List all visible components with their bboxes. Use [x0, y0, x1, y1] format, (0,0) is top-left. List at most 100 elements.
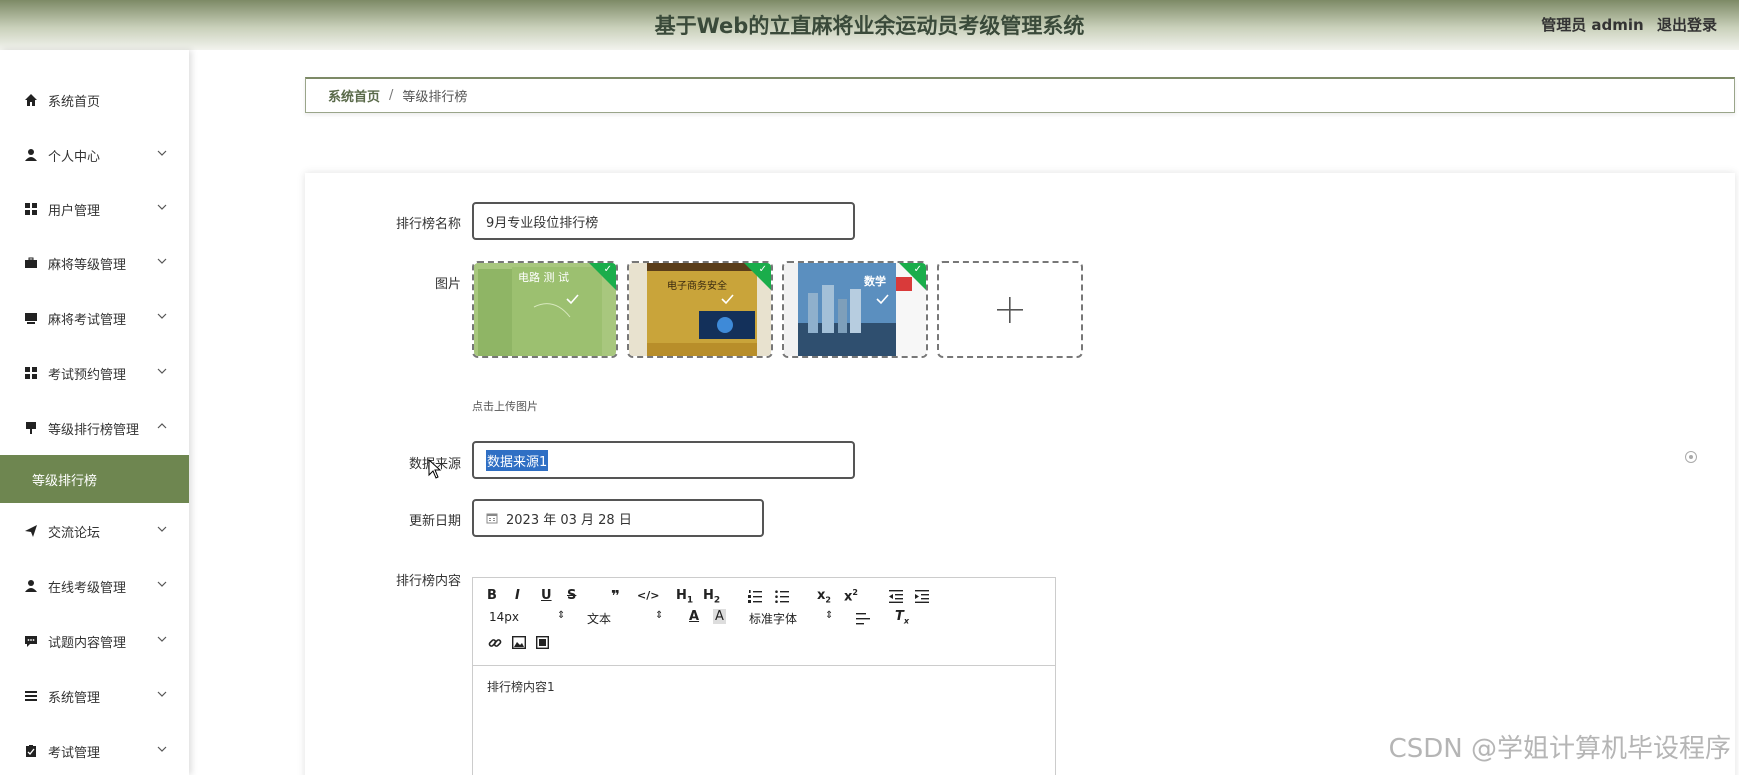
content-label: 排行榜内容 — [395, 574, 461, 589]
mouse-cursor-icon — [428, 459, 442, 479]
app-title: 基于Web的立直麻将业余运动员考级管理系统 — [654, 14, 1085, 38]
image-icon[interactable] — [512, 636, 526, 649]
svg-text:电路 测 试: 电路 测 试 — [518, 271, 569, 284]
chevron-down-icon — [157, 150, 167, 156]
subscript-button[interactable]: x2 — [817, 588, 831, 605]
breadcrumb: 系统首页 / 等级排行榜 — [305, 77, 1735, 113]
chevron-down-icon — [157, 313, 167, 319]
grid-icon — [24, 366, 38, 380]
list-icon — [24, 689, 38, 703]
form-panel: 排行榜名称 9月专业段位排行榜 图片 电路 测 试 ✓ 电子商务安全 ✓ 数学 … — [305, 173, 1735, 775]
svg-text:数学: 数学 — [864, 274, 886, 288]
video-icon[interactable] — [536, 636, 549, 649]
sidebar-item-home[interactable]: 系统首页 — [0, 77, 189, 123]
send-icon — [24, 524, 38, 538]
block-type-select[interactable]: 文本 — [587, 610, 611, 627]
sidebar-item-questions[interactable]: 试题内容管理 — [0, 618, 189, 664]
sidebar-item-label: 用户管理 — [48, 203, 101, 219]
uploaded-image-1[interactable]: 电路 测 试 ✓ — [472, 261, 618, 358]
admin-label: 管理员 admin — [1541, 16, 1644, 34]
sidebar-item-label: 在线考级管理 — [48, 580, 127, 596]
uploaded-image-3[interactable]: 数学 ✓ — [782, 261, 928, 358]
breadcrumb-separator: / — [389, 88, 394, 103]
font-color-button[interactable]: A — [689, 609, 699, 624]
indent-icon[interactable] — [915, 590, 929, 603]
sidebar-item-ranking[interactable]: 等级排行榜管理 — [0, 405, 189, 451]
sidebar-item-personal[interactable]: 个人中心 — [0, 132, 189, 178]
book-cover-math-image: 数学 — [784, 263, 926, 356]
sidebar-item-booking[interactable]: 考试预约管理 — [0, 350, 189, 396]
tray-icon — [24, 311, 38, 325]
h1-button[interactable]: H1 — [676, 588, 693, 606]
sidebar-item-forum[interactable]: 交流论坛 — [0, 508, 189, 554]
align-left-icon[interactable] — [856, 613, 870, 625]
sidebar: 系统首页 个人中心 用户管理 麻将等级管理 麻将考试管理 考试预约管理 等级排行… — [0, 50, 189, 775]
breadcrumb-home[interactable]: 系统首页 — [328, 86, 380, 105]
sidebar-item-online-exam[interactable]: 在线考级管理 — [0, 563, 189, 609]
briefcase-icon — [24, 256, 38, 270]
outdent-icon[interactable] — [889, 590, 903, 603]
upload-add-button[interactable] — [937, 261, 1083, 358]
ordered-list-icon[interactable] — [748, 590, 762, 603]
check-icon: ✓ — [758, 264, 767, 275]
ranking-name-value: 9月专业段位排行榜 — [486, 215, 599, 231]
sidebar-item-label: 麻将考试管理 — [48, 312, 127, 328]
clear-format-button[interactable]: Tx — [895, 609, 909, 626]
sidebar-item-label: 交流论坛 — [48, 525, 101, 541]
sidebar-item-users[interactable]: 用户管理 — [0, 186, 189, 232]
grid-icon — [24, 202, 38, 216]
ranking-name-input[interactable]: 9月专业段位排行榜 — [472, 202, 855, 240]
font-size-select[interactable]: 14px — [489, 610, 519, 624]
check-icon: ✓ — [913, 264, 922, 275]
bullet-list-icon[interactable] — [775, 590, 789, 603]
update-date-picker[interactable]: 2023 年 03 月 28 日 — [472, 499, 764, 537]
svg-text:电子商务安全: 电子商务安全 — [667, 279, 727, 292]
bold-button[interactable]: B — [487, 588, 497, 603]
select-updown-icon: ⇕ — [557, 610, 566, 621]
quote-icon[interactable]: ❞ — [611, 587, 620, 605]
h2-button[interactable]: H2 — [703, 588, 720, 606]
book-cover-ecommerce-image: 电子商务安全 — [629, 263, 771, 356]
update-date-value: 2023 年 03 月 28 日 — [506, 512, 632, 528]
sidebar-item-exam-mgmt[interactable]: 考试管理 — [0, 728, 189, 774]
chevron-down-icon — [157, 581, 167, 587]
logout-link[interactable]: 退出登录 — [1657, 16, 1717, 34]
background-color-button[interactable]: A — [713, 609, 726, 624]
rich-text-editor: B I U S ❞ </> H1 H2 x2 x2 14px ⇕ 文本 ⇕ A … — [472, 577, 1056, 775]
editor-content[interactable]: 排行榜内容1 — [487, 678, 555, 695]
sidebar-item-label: 个人中心 — [48, 149, 101, 165]
sidebar-item-label: 系统首页 — [48, 94, 101, 110]
chat-icon — [24, 634, 38, 648]
top-header: 基于Web的立直麻将业余运动员考级管理系统 管理员 admin 退出登录 — [0, 0, 1739, 50]
submenu-item-ranking[interactable]: 等级排行榜 — [0, 455, 189, 503]
watermark: CSDN @学姐计算机毕设程序 — [1388, 734, 1731, 764]
sidebar-item-level[interactable]: 麻将等级管理 — [0, 240, 189, 286]
code-icon[interactable]: </> — [637, 589, 659, 602]
link-icon[interactable] — [488, 636, 502, 650]
chevron-down-icon — [157, 636, 167, 642]
clipboard-icon — [24, 744, 38, 758]
chevron-down-icon — [157, 204, 167, 210]
user-area: 管理员 admin 退出登录 — [1533, 14, 1717, 35]
breadcrumb-current: 等级排行榜 — [402, 90, 468, 105]
chevron-down-icon — [157, 258, 167, 264]
underline-button[interactable]: U — [541, 588, 552, 603]
strike-button[interactable]: S — [567, 588, 576, 603]
italic-button[interactable]: I — [515, 588, 520, 603]
source-label: 数据来源 — [408, 457, 461, 472]
editor-toolbar: B I U S ❞ </> H1 H2 x2 x2 14px ⇕ 文本 ⇕ A … — [473, 578, 1055, 666]
chevron-down-icon — [157, 368, 167, 374]
select-updown-icon: ⇕ — [825, 610, 834, 621]
sidebar-item-label: 考试预约管理 — [48, 367, 127, 383]
sidebar-item-exam[interactable]: 麻将考试管理 — [0, 295, 189, 341]
chevron-down-icon — [157, 746, 167, 752]
font-family-select[interactable]: 标准字体 — [749, 610, 797, 627]
uploaded-image-2[interactable]: 电子商务安全 ✓ — [627, 261, 773, 358]
superscript-button[interactable]: x2 — [844, 588, 858, 604]
user-icon — [24, 148, 38, 162]
data-source-input[interactable]: 数据来源1 — [472, 441, 855, 479]
sidebar-item-label: 系统管理 — [48, 690, 101, 706]
clear-circle-icon[interactable] — [1685, 451, 1697, 463]
sidebar-item-label: 考试管理 — [48, 745, 101, 761]
sidebar-item-system[interactable]: 系统管理 — [0, 673, 189, 719]
